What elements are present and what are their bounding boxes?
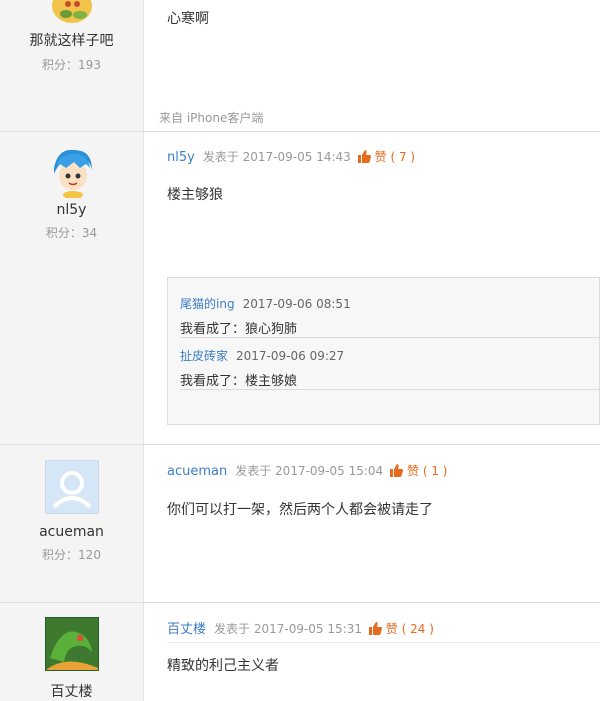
post-content: 你们可以打一架，然后两个人都会被请走了 [167,502,433,518]
thumbs-up-icon [368,622,382,635]
author-link[interactable]: acueman [167,464,227,479]
reply-separator [180,389,599,390]
username[interactable]: 那就这样子吧 [0,30,143,50]
reply-item: 扯皮砖家 2017-09-06 09:27 我看成了：楼主够娘 [180,345,599,389]
avatar[interactable] [44,460,99,514]
reply-date: 2017-09-06 09:27 [236,349,345,363]
post-author-1: 那就这样子吧 积分：193 [0,0,143,73]
post-body-1: 心寒啊 [167,8,600,28]
thumbs-up-icon [390,464,404,477]
reply-separator [180,337,599,338]
reply-user[interactable]: 扯皮砖家 [180,349,228,363]
post-separator [0,602,600,603]
post-date: 发表于 2017-09-05 15:04 [235,464,384,478]
meta-divider [167,642,600,643]
like-button[interactable]: 赞 ( 1 ) [389,462,448,479]
user-score: 积分：193 [42,58,101,72]
reply-box: 尾猫的ing 2017-09-06 08:51 我看成了：狼心狗肺 扯皮砖家 201… [167,277,600,425]
avatar[interactable] [44,617,99,671]
user-score: 积分：34 [45,226,98,240]
author-link[interactable]: nl5y [167,150,195,165]
dragon-avatar-icon [45,618,98,670]
username[interactable]: acueman [0,524,143,540]
post-source: 来自 iPhone客户端 [159,111,264,125]
post-meta-4: 百丈楼 发表于 2017-09-05 15:31 赞 ( 24 ) [167,618,600,637]
post-meta-3: acueman 发表于 2017-09-05 15:04 赞 ( 1 ) [167,462,600,479]
post-author-3: acueman 积分：120 [0,460,143,563]
avatar[interactable] [46,0,98,28]
reply-user[interactable]: 尾猫的ing [180,297,235,311]
username[interactable]: nl5y [0,202,143,218]
post-content: 楼主够狼 [167,187,223,203]
like-button[interactable]: 赞 ( 24 ) [368,620,434,637]
post-meta-2: nl5y 发表于 2017-09-05 14:43 赞 ( 7 ) [167,148,600,165]
thumbs-up-icon [357,150,371,163]
reply-text: 我看成了：狼心狗肺 [180,322,298,337]
post-author-2: nl5y 积分：34 [0,146,143,241]
reply-text: 我看成了：楼主够娘 [180,374,298,389]
avatar[interactable] [46,146,98,198]
user-silhouette-icon [45,461,98,513]
cartoon-avatar-icon [51,0,92,23]
username[interactable]: 百丈楼 [0,681,143,701]
author-sidebar [0,0,144,701]
post-separator [0,444,600,445]
post-date: 发表于 2017-09-05 14:43 [202,150,351,164]
user-score: 积分：120 [42,548,101,562]
post-author-4: 百丈楼 [0,617,143,701]
post-separator [0,131,600,132]
anime-avatar-icon [53,149,92,198]
post-date: 发表于 2017-09-05 15:31 [214,622,362,636]
reply-item: 尾猫的ing 2017-09-06 08:51 我看成了：狼心狗肺 [180,293,599,337]
like-button[interactable]: 赞 ( 7 ) [357,148,415,165]
post-content: 精致的利己主义者 [167,658,279,674]
post-content: 心寒啊 [167,11,209,27]
author-link[interactable]: 百丈楼 [167,622,206,637]
reply-date: 2017-09-06 08:51 [242,297,351,311]
